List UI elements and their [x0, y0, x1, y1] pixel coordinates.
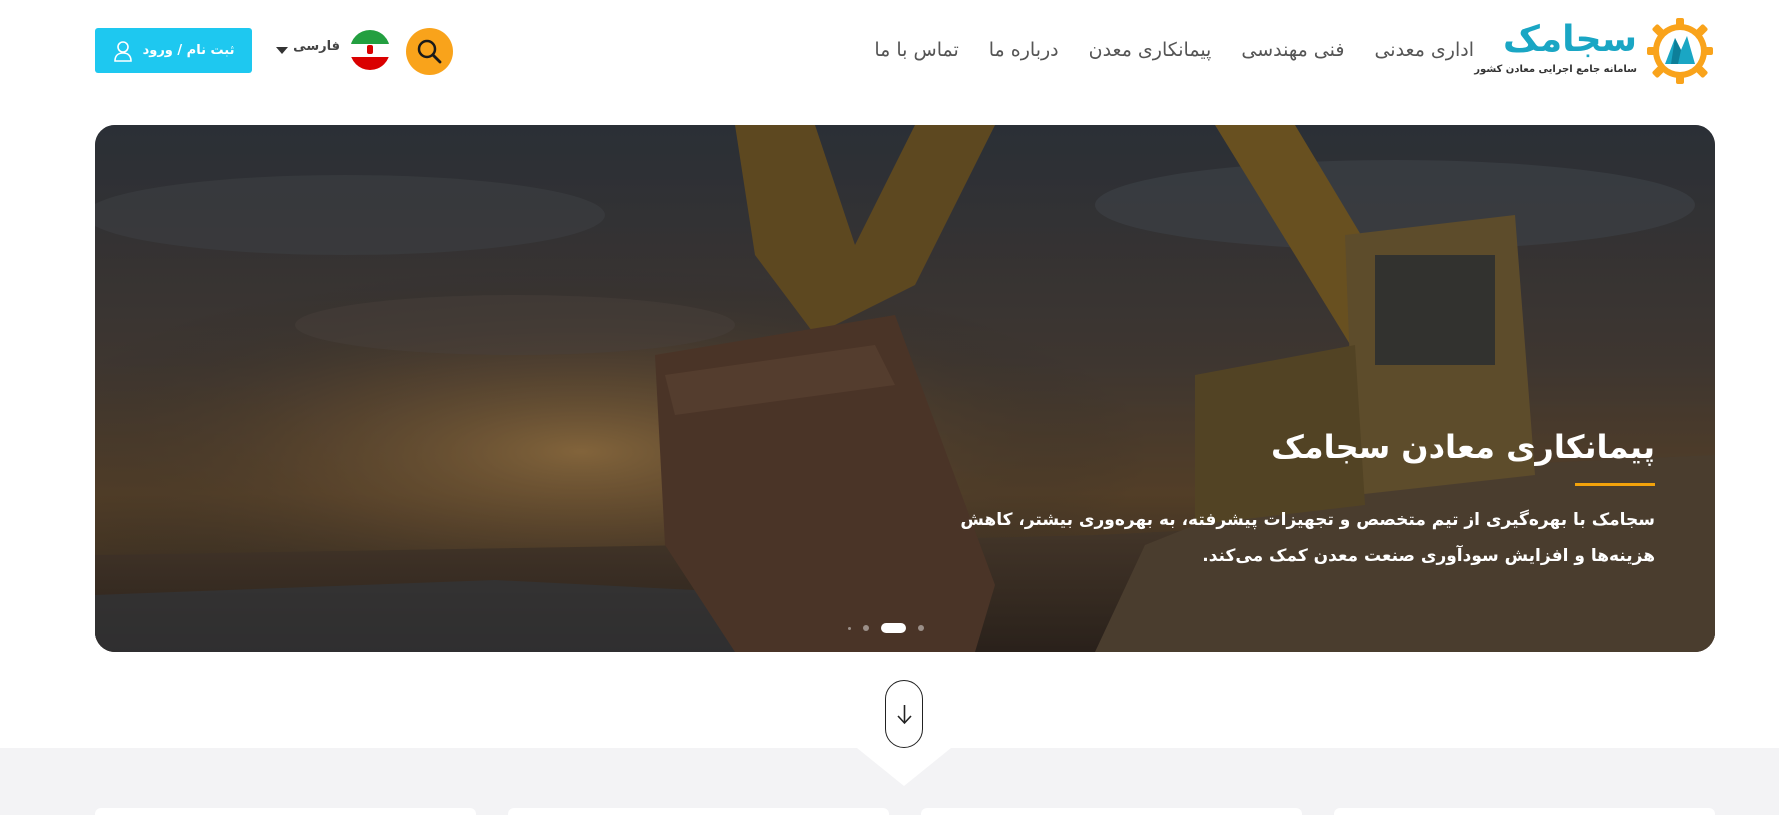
nav-item-contact[interactable]: تماس با ما [874, 33, 958, 67]
language-label: فارسی [293, 39, 340, 54]
slider-pagination [848, 623, 924, 633]
hero-title: پیمانکاری معادن سجامک [1271, 428, 1655, 466]
hero-caption: پیمانکاری معادن سجامک سجامک با بهره‌گیری… [895, 425, 1655, 574]
service-card[interactable] [921, 808, 1302, 828]
service-card[interactable] [1334, 808, 1715, 828]
slider-dot-1[interactable] [848, 626, 851, 630]
hero-slider: پیمانکاری معادن سجامک سجامک با بهره‌گیری… [95, 125, 1715, 652]
service-card[interactable] [508, 808, 889, 828]
scroll-down-button[interactable] [885, 680, 923, 748]
section-notch [857, 748, 951, 786]
language-selector[interactable]: فارسی [274, 28, 390, 72]
search-button[interactable] [406, 28, 453, 75]
iran-flag-icon [350, 30, 390, 70]
site-header: سجامک سامانه جامع اجرایی معادن کشور تماس… [0, 0, 1779, 110]
user-icon [113, 40, 132, 62]
brand-logo-link[interactable]: سجامک سامانه جامع اجرایی معادن کشور [1474, 16, 1715, 86]
arrow-down-icon [896, 705, 912, 725]
main-nav: تماس با ما درباره ما پیمانکاری معدن فنی … [874, 33, 1474, 67]
caret-down-icon [276, 47, 288, 54]
hero-description: سجامک با بهره‌گیری از تیم متخصص و تجهیزا… [960, 510, 1655, 566]
slider-dot-4[interactable] [918, 625, 924, 631]
slider-dot-2[interactable] [863, 625, 869, 631]
nav-item-engineering[interactable]: فنی مهندسی [1241, 33, 1344, 67]
slider-dot-3-active[interactable] [881, 623, 906, 633]
nav-item-about[interactable]: درباره ما [989, 33, 1059, 67]
nav-item-mining-contracting[interactable]: پیمانکاری معدن [1089, 33, 1212, 67]
brand-tagline: سامانه جامع اجرایی معادن کشور [1474, 64, 1637, 75]
logo-gear-icon [1647, 18, 1713, 84]
service-card[interactable] [95, 808, 476, 828]
brand-name: سجامک [1502, 19, 1637, 60]
login-label: ثبت نام / ورود [142, 43, 235, 58]
nav-item-mining-admin[interactable]: اداری معدنی [1374, 33, 1474, 67]
hero-title-underline [1575, 483, 1655, 486]
search-icon [417, 39, 442, 64]
login-register-button[interactable]: ثبت نام / ورود [95, 28, 252, 73]
